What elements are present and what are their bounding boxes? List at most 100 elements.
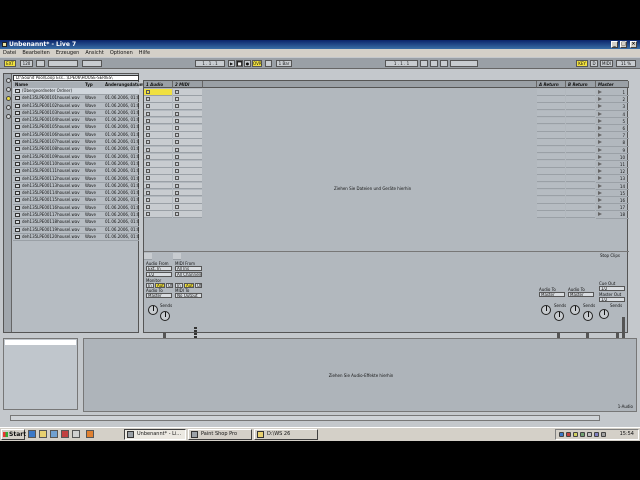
stop-clips-button[interactable]: Stop Clips: [600, 253, 620, 258]
scene-slot[interactable]: 1: [596, 89, 629, 97]
folder-icon[interactable]: [39, 430, 47, 438]
clip-slot[interactable]: [173, 211, 202, 218]
clip-slot[interactable]: [173, 189, 202, 197]
clip-slot[interactable]: [173, 117, 202, 125]
return-b-output-select[interactable]: Master: [568, 292, 594, 297]
browser-quick-icon[interactable]: [86, 430, 94, 438]
antivirus-icon[interactable]: [566, 432, 571, 437]
scene-launch-icon[interactable]: [598, 198, 602, 202]
scene-slot[interactable]: 8: [596, 139, 629, 147]
scene-launch-icon[interactable]: [598, 190, 602, 195]
file-row[interactable]: deh135LPE00105housel.wav Wave 01.06.2006, …: [13, 124, 139, 132]
clip-slot[interactable]: [144, 146, 172, 154]
file-row[interactable]: deh135LPE00102housel.wav Wave 01.06.2006, …: [13, 103, 139, 110]
clip-slot[interactable]: [173, 153, 202, 161]
file-row[interactable]: deh135LPE00115housel.wav Wave 01.06.2006, …: [13, 197, 139, 205]
ext-sync-button[interactable]: EXT: [4, 60, 16, 67]
clip-stop-button[interactable]: [146, 183, 150, 188]
clip-stop-button[interactable]: [146, 133, 150, 138]
clip-stop-button[interactable]: [146, 90, 150, 94]
file-row[interactable]: deh135LPE00107housel.wav Wave 01.06.2006, …: [13, 139, 139, 147]
clip-slot[interactable]: [144, 189, 172, 197]
scene-slot[interactable]: 12: [596, 168, 629, 176]
loop-length-field[interactable]: [450, 60, 478, 67]
file-row[interactable]: deh135LPE00101housel.wav Wave 01.06.2006, …: [13, 95, 139, 103]
clip-slot[interactable]: [173, 204, 202, 211]
clip-stop-button[interactable]: [175, 111, 179, 116]
file-row[interactable]: deh135LPE00113housel.wav Wave 01.06.2006, …: [13, 183, 139, 191]
clip-slot[interactable]: [173, 197, 202, 204]
clip-slot[interactable]: [144, 103, 172, 110]
clip-stop-button[interactable]: [146, 118, 150, 123]
empty-track-header[interactable]: [203, 81, 537, 88]
clip-slot[interactable]: [173, 103, 202, 110]
clip-slot[interactable]: [144, 139, 172, 146]
scene-launch-icon[interactable]: [598, 118, 602, 123]
scene-launch-icon[interactable]: [598, 183, 602, 188]
parent-folder-row[interactable]: (Übergeordneter Ordner): [13, 88, 139, 96]
clip-stop-button[interactable]: [175, 162, 179, 166]
scene-slot[interactable]: 15: [596, 190, 629, 197]
scene-slot[interactable]: 6: [596, 125, 629, 133]
play-button[interactable]: ▶: [228, 60, 235, 67]
scene-slot[interactable]: 5: [596, 118, 629, 125]
clip-stop-button[interactable]: [146, 169, 150, 174]
file-row[interactable]: deh135LPE00119housel.wav Wave 01.06.2006, …: [13, 227, 139, 234]
clip-stop-button[interactable]: [146, 97, 150, 102]
clip-stop-button[interactable]: [175, 212, 179, 217]
file-browser-1-button[interactable]: [6, 96, 11, 101]
tray-app4-icon[interactable]: [594, 432, 599, 437]
scene-slot[interactable]: 16: [596, 197, 629, 205]
menu-bearbeiten[interactable]: Bearbeiten: [19, 49, 52, 57]
send-b-knob-1[interactable]: [160, 311, 170, 321]
detail-scrollbar[interactable]: [10, 415, 600, 421]
clip-slot[interactable]: [173, 146, 202, 154]
clip-stop-button[interactable]: [175, 126, 179, 130]
track-stop-button[interactable]: [144, 253, 152, 260]
clip-stop-button[interactable]: [175, 169, 179, 174]
scene-slot[interactable]: 11: [596, 161, 629, 169]
scene-launch-icon[interactable]: [598, 176, 602, 181]
clip-slot[interactable]: [144, 182, 172, 190]
scene-launch-icon[interactable]: [598, 162, 602, 166]
clip-stop-button[interactable]: [175, 154, 179, 159]
clip-slot[interactable]: [173, 161, 202, 168]
scene-slot[interactable]: 4: [596, 111, 629, 118]
clip-stop-button[interactable]: [175, 190, 179, 195]
track-stop-button[interactable]: [173, 253, 181, 260]
clip-slot[interactable]: [173, 175, 202, 182]
scene-launch-icon[interactable]: [598, 133, 602, 138]
stop-button[interactable]: ■: [236, 60, 243, 67]
task-folder[interactable]: D:\WS 26: [254, 429, 318, 440]
key-map-button[interactable]: KEY: [576, 60, 588, 67]
clip-stop-button[interactable]: [146, 198, 150, 202]
clip-stop-button[interactable]: [175, 97, 179, 102]
scene-launch-icon[interactable]: [598, 140, 602, 145]
audio-in-channel-select[interactable]: 1/2: [146, 272, 172, 277]
midi-channel-select[interactable]: All Channels: [175, 272, 202, 277]
track-header-3[interactable]: B Return: [566, 81, 596, 88]
scene-slot[interactable]: 13: [596, 175, 629, 183]
menu-hilfe[interactable]: Hilfe: [136, 49, 153, 57]
scene-launch-icon[interactable]: [598, 111, 602, 116]
return-a-send2-knob[interactable]: [554, 311, 564, 321]
app-quick-icon[interactable]: [72, 430, 80, 438]
scene-slot[interactable]: 9: [596, 147, 629, 154]
clip-stop-button[interactable]: [146, 190, 150, 195]
clip-stop-button[interactable]: [175, 205, 179, 210]
file-row[interactable]: deh135LPE00110housel.wav Wave 01.06.2006, …: [13, 161, 139, 169]
scene-slot[interactable]: 18: [596, 211, 629, 219]
file-row[interactable]: deh135LPE00114housel.wav Wave 01.06.2006, …: [13, 190, 139, 198]
clip-slot[interactable]: [144, 117, 172, 125]
clip-slot[interactable]: [173, 96, 202, 103]
return-b-send-knob[interactable]: [570, 305, 580, 315]
clip-slot[interactable]: [144, 161, 172, 168]
follow-button[interactable]: [265, 60, 272, 67]
overdub-button[interactable]: OVR: [252, 60, 262, 67]
file-row[interactable]: deh135LPE00104housel.wav Wave 01.06.2006, …: [13, 117, 139, 125]
start-button[interactable]: Start: [1, 429, 26, 440]
clip-slot[interactable]: [144, 132, 172, 139]
clip-stop-button[interactable]: [146, 147, 150, 152]
punch-out-button[interactable]: [440, 60, 448, 67]
scene-launch-icon[interactable]: [598, 104, 602, 109]
